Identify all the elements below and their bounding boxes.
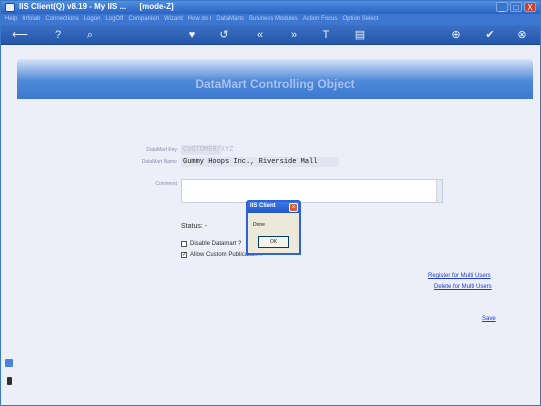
register-multi-users-link[interactable]: Register for Multi Users [428,273,491,279]
close-window-button[interactable]: X [524,2,536,12]
dialog-title: IIS Client [250,203,276,209]
info-icon[interactable] [7,377,12,385]
menu-infolab[interactable]: Infolab [22,14,40,25]
fast-forward-icon[interactable]: » [287,28,301,42]
disable-datamart-checkbox[interactable] [181,241,187,247]
dialog-message: Done [253,222,265,228]
menu-business-modules[interactable]: Business Modules [249,14,298,25]
menu-help[interactable]: Help [5,14,17,25]
disable-datamart-label: Disable Datamart ? [190,241,242,247]
window-title: IIS Client(Q) v8.19 - My IIS ... [mode-Z… [19,2,174,11]
datamart-key-field: CUSTOMER/XYZ [181,145,234,155]
menu-action-focus[interactable]: Action Focus [303,14,338,25]
menu-option-select[interactable]: Option Select [342,14,378,25]
message-dialog: IIS Client × Done OK [246,200,301,255]
heart-icon[interactable]: ♥ [185,28,199,42]
search-icon[interactable]: ⌕ [83,28,97,42]
allow-custom-publication-checkbox[interactable]: ✓ [181,252,187,258]
menu-wizard[interactable]: Wizard [164,14,183,25]
title-bar[interactable]: IIS Client(Q) v8.19 - My IIS ... [mode-Z… [1,1,540,14]
app-window: IIS Client(Q) v8.19 - My IIS ... [mode-Z… [0,0,541,406]
dialog-title-bar[interactable]: IIS Client × [248,202,299,213]
page-title: DataMart Controlling Object [195,77,355,91]
close-icon[interactable]: ⊗ [515,28,529,42]
comment-scrollbar[interactable] [436,180,442,202]
datamart-name-label: DataMart Name [141,159,177,165]
toolbar: ⟵ ? ⌕ ♥ ↺ « » T ▤ ⊕ ✔ ⊗ [1,25,540,45]
back-arrow-icon[interactable]: ⟵ [9,28,31,42]
page-header: DataMart Controlling Object [17,59,533,99]
status-label: Status: - [181,223,208,230]
window-controls: _ □ X [496,2,536,12]
datamart-name-field[interactable]: Gummy Hoops Inc., Riverside Mall [181,157,339,167]
menu-bar: Help Infolab Connections Logon LogOff Co… [1,14,540,25]
check-icon[interactable]: ✔ [483,28,497,42]
disable-datamart-row[interactable]: Disable Datamart ? [181,241,241,247]
menu-how-do-i[interactable]: How do I [188,14,212,25]
add-icon[interactable]: ⊕ [449,28,463,42]
minimize-button[interactable]: _ [496,2,508,12]
delete-multi-users-link[interactable]: Delete for Multi Users [434,284,492,290]
side-icons [5,359,13,395]
menu-logon[interactable]: Logon [84,14,101,25]
dialog-ok-button[interactable]: OK [258,236,289,248]
comment-textarea[interactable] [181,179,443,203]
menu-datamarts[interactable]: DataMarts [216,14,244,25]
app-icon [5,3,15,12]
help-icon[interactable]: ? [51,28,65,42]
menu-companion[interactable]: Companion [128,14,159,25]
refresh-icon[interactable]: ↺ [217,28,231,42]
save-link[interactable]: Save [482,316,496,322]
rewind-icon[interactable]: « [253,28,267,42]
menu-connections[interactable]: Connections [45,14,78,25]
comment-label: Comment [155,181,177,187]
clipboard-icon[interactable]: ▤ [353,28,367,42]
datamart-key-label: DataMart Key [146,147,177,153]
maximize-button[interactable]: □ [510,2,522,12]
text-icon[interactable]: T [319,28,333,42]
dialog-close-icon[interactable]: × [289,203,298,212]
menu-logoff[interactable]: LogOff [105,14,123,25]
window-icon[interactable] [5,359,13,367]
